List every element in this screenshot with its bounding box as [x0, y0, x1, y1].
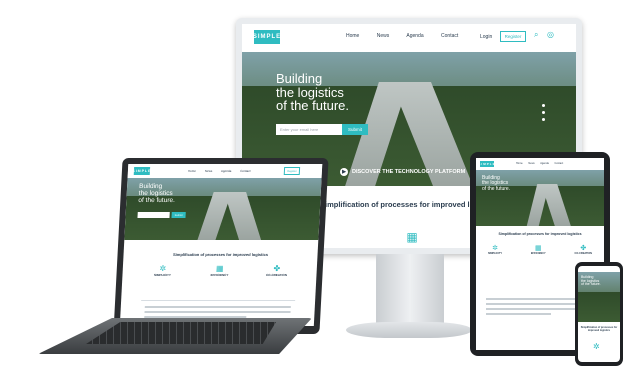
tablet-section-title: Simplification of processes for improved…	[498, 232, 582, 236]
share-icon: ✤	[580, 245, 587, 252]
laptop-nav-news[interactable]: News	[205, 169, 213, 173]
tablet-nav-news[interactable]: News	[528, 162, 534, 165]
monitor-stand-base	[346, 322, 472, 338]
tablet-nav-home[interactable]: Home	[516, 162, 523, 165]
tablet-logo[interactable]: SIMPLE	[478, 161, 495, 167]
laptop-divider	[141, 300, 296, 301]
desktop-header: SIMPLE Home News Agenda Contact Login Re…	[242, 24, 576, 52]
laptop-screen: SIMPLE Home News Agenda Contact Register…	[119, 164, 323, 326]
laptop-feature-1: ✲ SIMPLICITY	[142, 264, 183, 277]
tablet-features: ✲ SIMPLICITY ▦ EFFICIENCY ✤ CO-CREATION	[488, 244, 592, 255]
laptop-features: ✲ SIMPLICITY ▦ EFFICIENCY ✤ CO-CREATION	[142, 264, 297, 277]
submit-label: Submit	[347, 127, 362, 132]
nav-home[interactable]: Home	[346, 33, 359, 39]
phone-forest	[578, 292, 620, 322]
network-icon: ✲	[159, 264, 167, 273]
phone-hero: Building the logistics of the future.	[578, 272, 620, 322]
nav-news[interactable]: News	[377, 33, 390, 39]
laptop-hero-title: Building the logistics of the future.	[138, 183, 176, 204]
discover-cta[interactable]: ▶ DISCOVER THE TECHNOLOGY PLATFORM	[340, 168, 465, 176]
phone-screen: Building the logistics of the future. Simp…	[578, 266, 620, 362]
laptop-section-title: Simplification of processes for improved…	[172, 252, 269, 257]
logo-text: SIMPLE	[252, 34, 282, 40]
register-button[interactable]: Register	[500, 31, 526, 42]
nav-agenda[interactable]: Agenda	[406, 33, 423, 39]
chart-icon: ▦	[534, 245, 542, 252]
laptop-hero: Building the logistics of the future. Subm…	[124, 178, 322, 240]
laptop-lid: SIMPLE Home News Agenda Contact Register…	[113, 158, 329, 334]
search-icon[interactable]: ⌕	[534, 30, 538, 40]
network-icon: ✲	[593, 342, 600, 351]
tablet-feature-2: ▦ EFFICIENCY	[530, 245, 546, 255]
tablet-nav-agenda[interactable]: Agenda	[540, 162, 549, 165]
laptop-nav-contact[interactable]: Contact	[240, 169, 251, 173]
tablet-hero-title: Building the logistics of the future.	[482, 175, 511, 192]
laptop-logo[interactable]: SIMPLE	[132, 167, 152, 175]
logo[interactable]: SIMPLE	[252, 30, 282, 44]
tablet-hero: Building the logistics of the future.	[476, 170, 604, 226]
login-link[interactable]: Login	[480, 34, 492, 40]
laptop-nav-agenda[interactable]: Agenda	[221, 169, 232, 173]
tablet-feature-3: ✤ CO-CREATION	[574, 245, 592, 255]
tablet-nav: Home News Agenda Contact	[516, 162, 563, 165]
laptop-email-input[interactable]	[137, 212, 170, 218]
slider-dots[interactable]	[542, 104, 545, 121]
register-label: Register	[504, 34, 522, 39]
tablet-nav-contact[interactable]: Contact	[555, 162, 564, 165]
phone: Building the logistics of the future. Simp…	[575, 262, 623, 366]
laptop-header: SIMPLE Home News Agenda Contact Register	[127, 164, 323, 178]
laptop-nav-home[interactable]: Home	[188, 169, 196, 173]
chart-icon: ▦	[406, 230, 418, 244]
main-nav: Home News Agenda Contact	[346, 33, 458, 39]
play-icon: ▶	[340, 168, 348, 176]
network-icon: ✲	[492, 245, 498, 252]
email-input[interactable]: Enter your email here	[276, 124, 342, 135]
laptop-feature-2: ▦ EFFICIENCY	[199, 264, 240, 277]
hero-title: Building the logistics of the future.	[276, 71, 349, 114]
submit-button[interactable]: Submit	[342, 124, 368, 135]
laptop-feature-3: ✤ CO-CREATION	[256, 264, 297, 277]
laptop-text-lines	[144, 306, 291, 318]
laptop-submit-button[interactable]: Submit	[171, 212, 186, 218]
phone-section-title: Simplification of processes for improved…	[580, 326, 618, 332]
discover-cta-label: DISCOVER THE TECHNOLOGY PLATFORM	[352, 169, 466, 175]
laptop-register-button[interactable]: Register	[283, 167, 301, 175]
globe-icon[interactable]: ◎	[547, 30, 554, 39]
phone-hero-title: Building the logistics of the future.	[581, 275, 601, 287]
laptop-nav: Home News Agenda Contact	[188, 169, 251, 173]
monitor-stand-neck	[376, 254, 444, 326]
share-icon: ✤	[273, 264, 281, 273]
email-placeholder: Enter your email here	[280, 127, 319, 132]
tablet-feature-1: ✲ SIMPLICITY	[488, 245, 503, 255]
chart-icon: ▦	[215, 264, 224, 273]
tablet-header: SIMPLE Home News Agenda Contact	[476, 158, 604, 170]
nav-contact[interactable]: Contact	[441, 33, 458, 39]
